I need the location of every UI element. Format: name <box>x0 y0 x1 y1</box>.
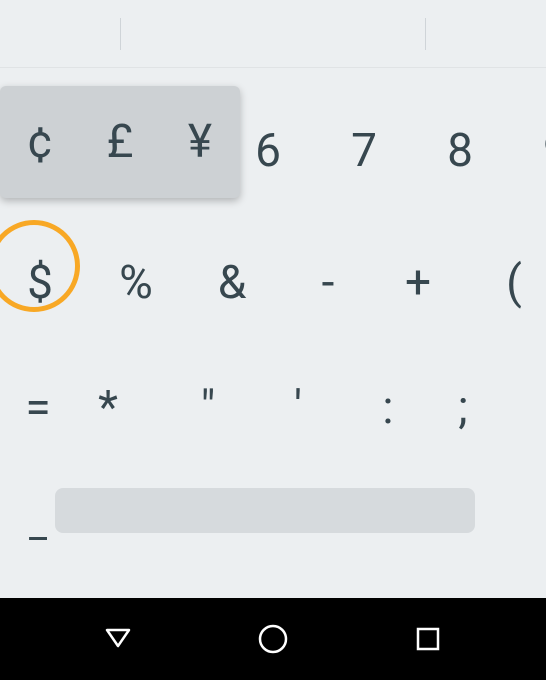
key-9[interactable]: 9 <box>508 96 546 206</box>
navigation-bar <box>0 598 546 680</box>
key-semicolon[interactable]: ; <box>415 353 511 463</box>
key-ampersand[interactable]: & <box>184 228 280 338</box>
keyboard-area: ¢ £ ¥ 6 7 8 9 $ % & - + ( = * " ' : ; _ <box>0 68 546 598</box>
suggestion-divider <box>425 18 426 50</box>
key-8[interactable]: 8 <box>412 96 508 206</box>
suggestion-divider <box>120 18 121 50</box>
cent-key[interactable]: ¢ <box>5 115 75 169</box>
key-plus[interactable]: + <box>370 228 466 338</box>
key-single-quote[interactable]: ' <box>250 353 346 463</box>
back-icon[interactable] <box>101 622 135 656</box>
key-minus[interactable]: - <box>280 228 376 338</box>
key-percent[interactable]: % <box>88 228 184 338</box>
key-double-quote[interactable]: " <box>160 353 256 463</box>
home-icon[interactable] <box>256 622 290 656</box>
key-asterisk[interactable]: * <box>60 353 156 463</box>
key-dollar[interactable]: $ <box>0 228 88 338</box>
pound-key[interactable]: £ <box>85 115 155 169</box>
yen-key[interactable]: ¥ <box>165 115 235 169</box>
suggestion-bar <box>0 0 546 68</box>
currency-popup: ¢ £ ¥ <box>0 86 240 198</box>
key-open-paren[interactable]: ( <box>466 228 546 338</box>
recents-icon[interactable] <box>411 622 445 656</box>
spacebar[interactable] <box>55 488 475 533</box>
key-7[interactable]: 7 <box>316 96 412 206</box>
